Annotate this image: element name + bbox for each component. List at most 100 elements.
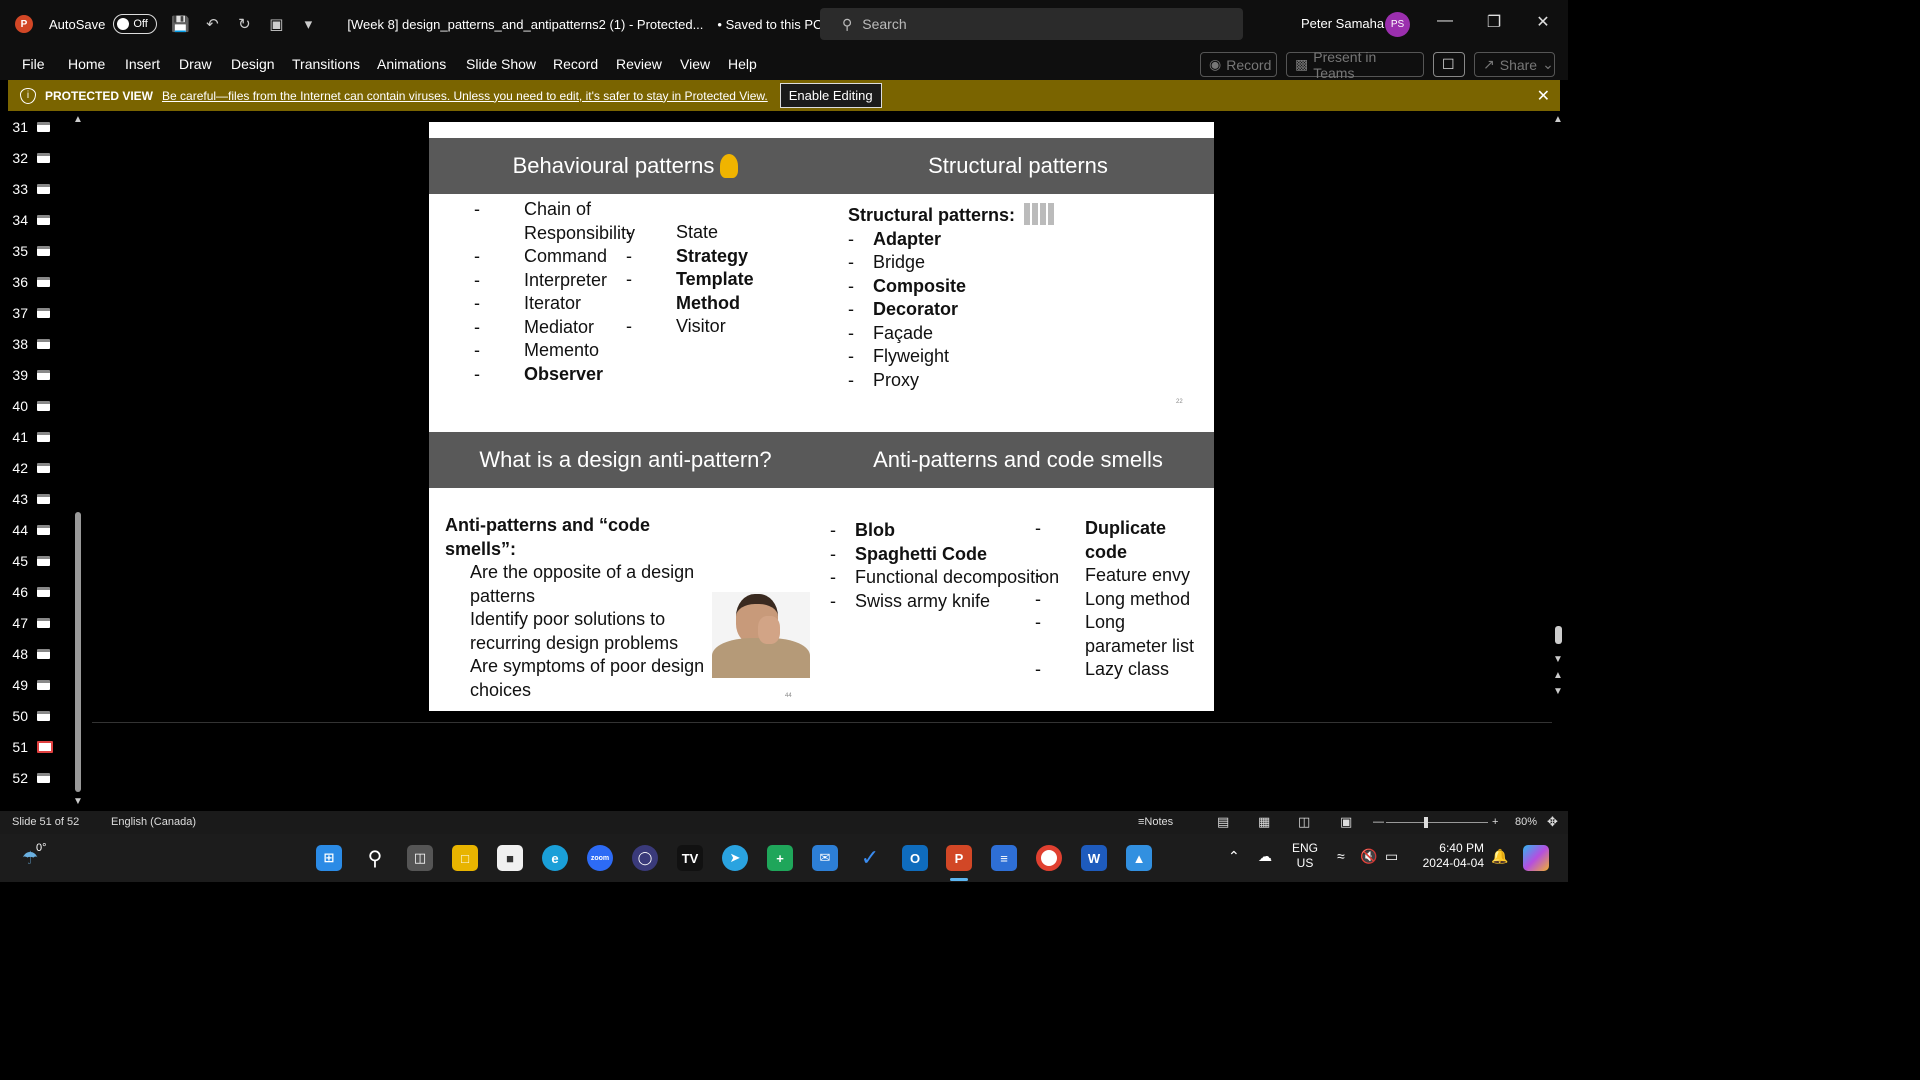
present-icon[interactable]: ▣	[267, 15, 285, 33]
photos-icon[interactable]: ▲	[1126, 845, 1152, 871]
wifi-icon[interactable]: ≈	[1337, 848, 1345, 864]
tab-design[interactable]: Design	[231, 56, 275, 72]
notes-divider[interactable]	[92, 722, 1552, 723]
slide-thumbnail-51[interactable]: 51	[0, 731, 70, 762]
user-name[interactable]: Peter Samaha	[1301, 16, 1384, 31]
slide-canvas[interactable]: Behavioural patterns - Chain of Responsib…	[429, 122, 1214, 711]
fit-to-window-icon[interactable]: ✥	[1547, 814, 1558, 830]
slide-thumbnail-39[interactable]: 39	[0, 359, 70, 390]
mail-icon[interactable]: ✉	[812, 845, 838, 871]
powerpoint-taskbar-icon[interactable]: P	[946, 845, 972, 871]
battery-icon[interactable]: ▭	[1385, 848, 1398, 865]
previous-slide-icon[interactable]: ▲	[1553, 670, 1563, 681]
next-slide-icon[interactable]: ▼	[1553, 686, 1563, 697]
minimize-icon[interactable]: —	[1435, 12, 1455, 30]
search-icon[interactable]: ⚲	[362, 845, 388, 871]
close-icon[interactable]: ✕	[1537, 86, 1550, 106]
autosave-toggle[interactable]: Off	[113, 14, 158, 34]
tab-slide-show[interactable]: Slide Show	[466, 56, 536, 72]
slide-thumbnail-46[interactable]: 46	[0, 576, 70, 607]
normal-view-icon[interactable]: ▤	[1217, 814, 1229, 830]
language-indicator[interactable]: ENG US	[1292, 841, 1318, 871]
todo-icon[interactable]: ✓	[857, 845, 883, 871]
scroll-up-icon[interactable]: ▲	[73, 114, 83, 125]
chevron-up-icon[interactable]: ⌃	[1228, 848, 1240, 865]
zoom-in-icon[interactable]: +	[1492, 816, 1498, 828]
slide-thumbnail-47[interactable]: 47	[0, 607, 70, 638]
sheets-icon[interactable]: +	[767, 845, 793, 871]
telegram-icon[interactable]: ➤	[722, 845, 748, 871]
slide-thumbnail-44[interactable]: 44	[0, 514, 70, 545]
zoom-level[interactable]: 80%	[1515, 816, 1537, 828]
onedrive-icon[interactable]: ☁	[1258, 848, 1272, 865]
save-icon[interactable]: 💾	[171, 15, 190, 33]
close-icon[interactable]: ✕	[1533, 12, 1553, 32]
document-title[interactable]: [Week 8] design_patterns_and_antipattern…	[347, 17, 703, 32]
slide-thumbnail-49[interactable]: 49	[0, 669, 70, 700]
avatar[interactable]: PS	[1385, 12, 1410, 37]
comments-button[interactable]: ☐	[1433, 52, 1465, 77]
slide-thumbnail-52[interactable]: 52	[0, 762, 70, 793]
slide-thumbnail-31[interactable]: 31	[0, 111, 70, 142]
slide-thumbnail-34[interactable]: 34	[0, 204, 70, 235]
zoom-slider[interactable]	[1386, 822, 1488, 823]
tab-record[interactable]: Record	[553, 56, 598, 72]
tab-draw[interactable]: Draw	[179, 56, 212, 72]
slide-thumbnail-45[interactable]: 45	[0, 545, 70, 576]
thumbnail-scrollbar[interactable]: ▲ ▼	[71, 114, 85, 808]
zoom-out-icon[interactable]: —	[1373, 816, 1384, 828]
customize-qat-icon[interactable]: ▾	[299, 15, 317, 33]
slide-thumbnail-37[interactable]: 37	[0, 297, 70, 328]
start-icon[interactable]: ⊞	[316, 845, 342, 871]
zoom-icon[interactable]: zoom	[587, 845, 613, 871]
slide-thumbnail-33[interactable]: 33	[0, 173, 70, 204]
scrollbar-thumb[interactable]	[1555, 626, 1562, 644]
redo-icon[interactable]: ↻	[235, 15, 253, 33]
microsoft-store-icon[interactable]: ■	[497, 845, 523, 871]
tab-review[interactable]: Review	[616, 56, 662, 72]
language-status[interactable]: English (Canada)	[111, 816, 196, 828]
slide-thumbnail-43[interactable]: 43	[0, 483, 70, 514]
tab-transitions[interactable]: Transitions	[292, 56, 360, 72]
slide-scrollbar[interactable]: ▲ ▼ ▲ ▼	[1551, 114, 1565, 704]
tab-view[interactable]: View	[680, 56, 710, 72]
slide-sorter-icon[interactable]: ▦	[1258, 814, 1270, 830]
tab-insert[interactable]: Insert	[125, 56, 160, 72]
notes-button[interactable]: ≡Notes	[1138, 816, 1173, 828]
record-button[interactable]: ◉ Record	[1200, 52, 1277, 77]
slideshow-view-icon[interactable]: ▣	[1340, 814, 1352, 830]
task-view-icon[interactable]: ◫	[407, 845, 433, 871]
notifications-icon[interactable]: 🔔	[1491, 848, 1508, 865]
weather-temp[interactable]: 0°	[36, 842, 47, 854]
slide-thumbnail-35[interactable]: 35	[0, 235, 70, 266]
tab-animations[interactable]: Animations	[377, 56, 446, 72]
slide-thumbnail-48[interactable]: 48	[0, 638, 70, 669]
zoom-slider-thumb[interactable]	[1424, 817, 1428, 828]
clock[interactable]: 6:40 PM 2024-04-04	[1418, 841, 1484, 871]
present-in-teams-button[interactable]: ▩ Present in Teams	[1286, 49, 1424, 81]
slide-thumbnail-50[interactable]: 50	[0, 700, 70, 731]
slide-thumbnail-38[interactable]: 38	[0, 328, 70, 359]
restore-icon[interactable]: ❐	[1484, 12, 1504, 32]
search-input[interactable]: ⚲ Search	[820, 8, 1243, 40]
volume-muted-icon[interactable]: 🔇	[1360, 848, 1377, 865]
scroll-down-icon[interactable]: ▼	[73, 796, 83, 807]
scroll-down-icon[interactable]: ▼	[1553, 654, 1563, 665]
edge-icon[interactable]: e	[542, 845, 568, 871]
tab-file[interactable]: File	[22, 56, 45, 72]
scroll-up-icon[interactable]: ▲	[1553, 114, 1563, 125]
slide-thumbnail-42[interactable]: 42	[0, 452, 70, 483]
notepad-icon[interactable]: ≡	[991, 845, 1017, 871]
slide-thumbnail-36[interactable]: 36	[0, 266, 70, 297]
enable-editing-button[interactable]: Enable Editing	[779, 83, 882, 108]
slide-thumbnail-40[interactable]: 40	[0, 390, 70, 421]
undo-icon[interactable]: ↶	[203, 15, 221, 33]
tradingview-icon[interactable]: TV	[677, 845, 703, 871]
share-button[interactable]: ↗ Share ⌄	[1474, 52, 1555, 77]
tab-help[interactable]: Help	[728, 56, 757, 72]
outlook-icon[interactable]: O	[902, 845, 928, 871]
word-icon[interactable]: W	[1081, 845, 1107, 871]
scrollbar-thumb[interactable]	[75, 512, 81, 792]
reading-view-icon[interactable]: ◫	[1298, 814, 1310, 830]
protected-view-message[interactable]: Be careful—files from the Internet can c…	[162, 89, 768, 103]
